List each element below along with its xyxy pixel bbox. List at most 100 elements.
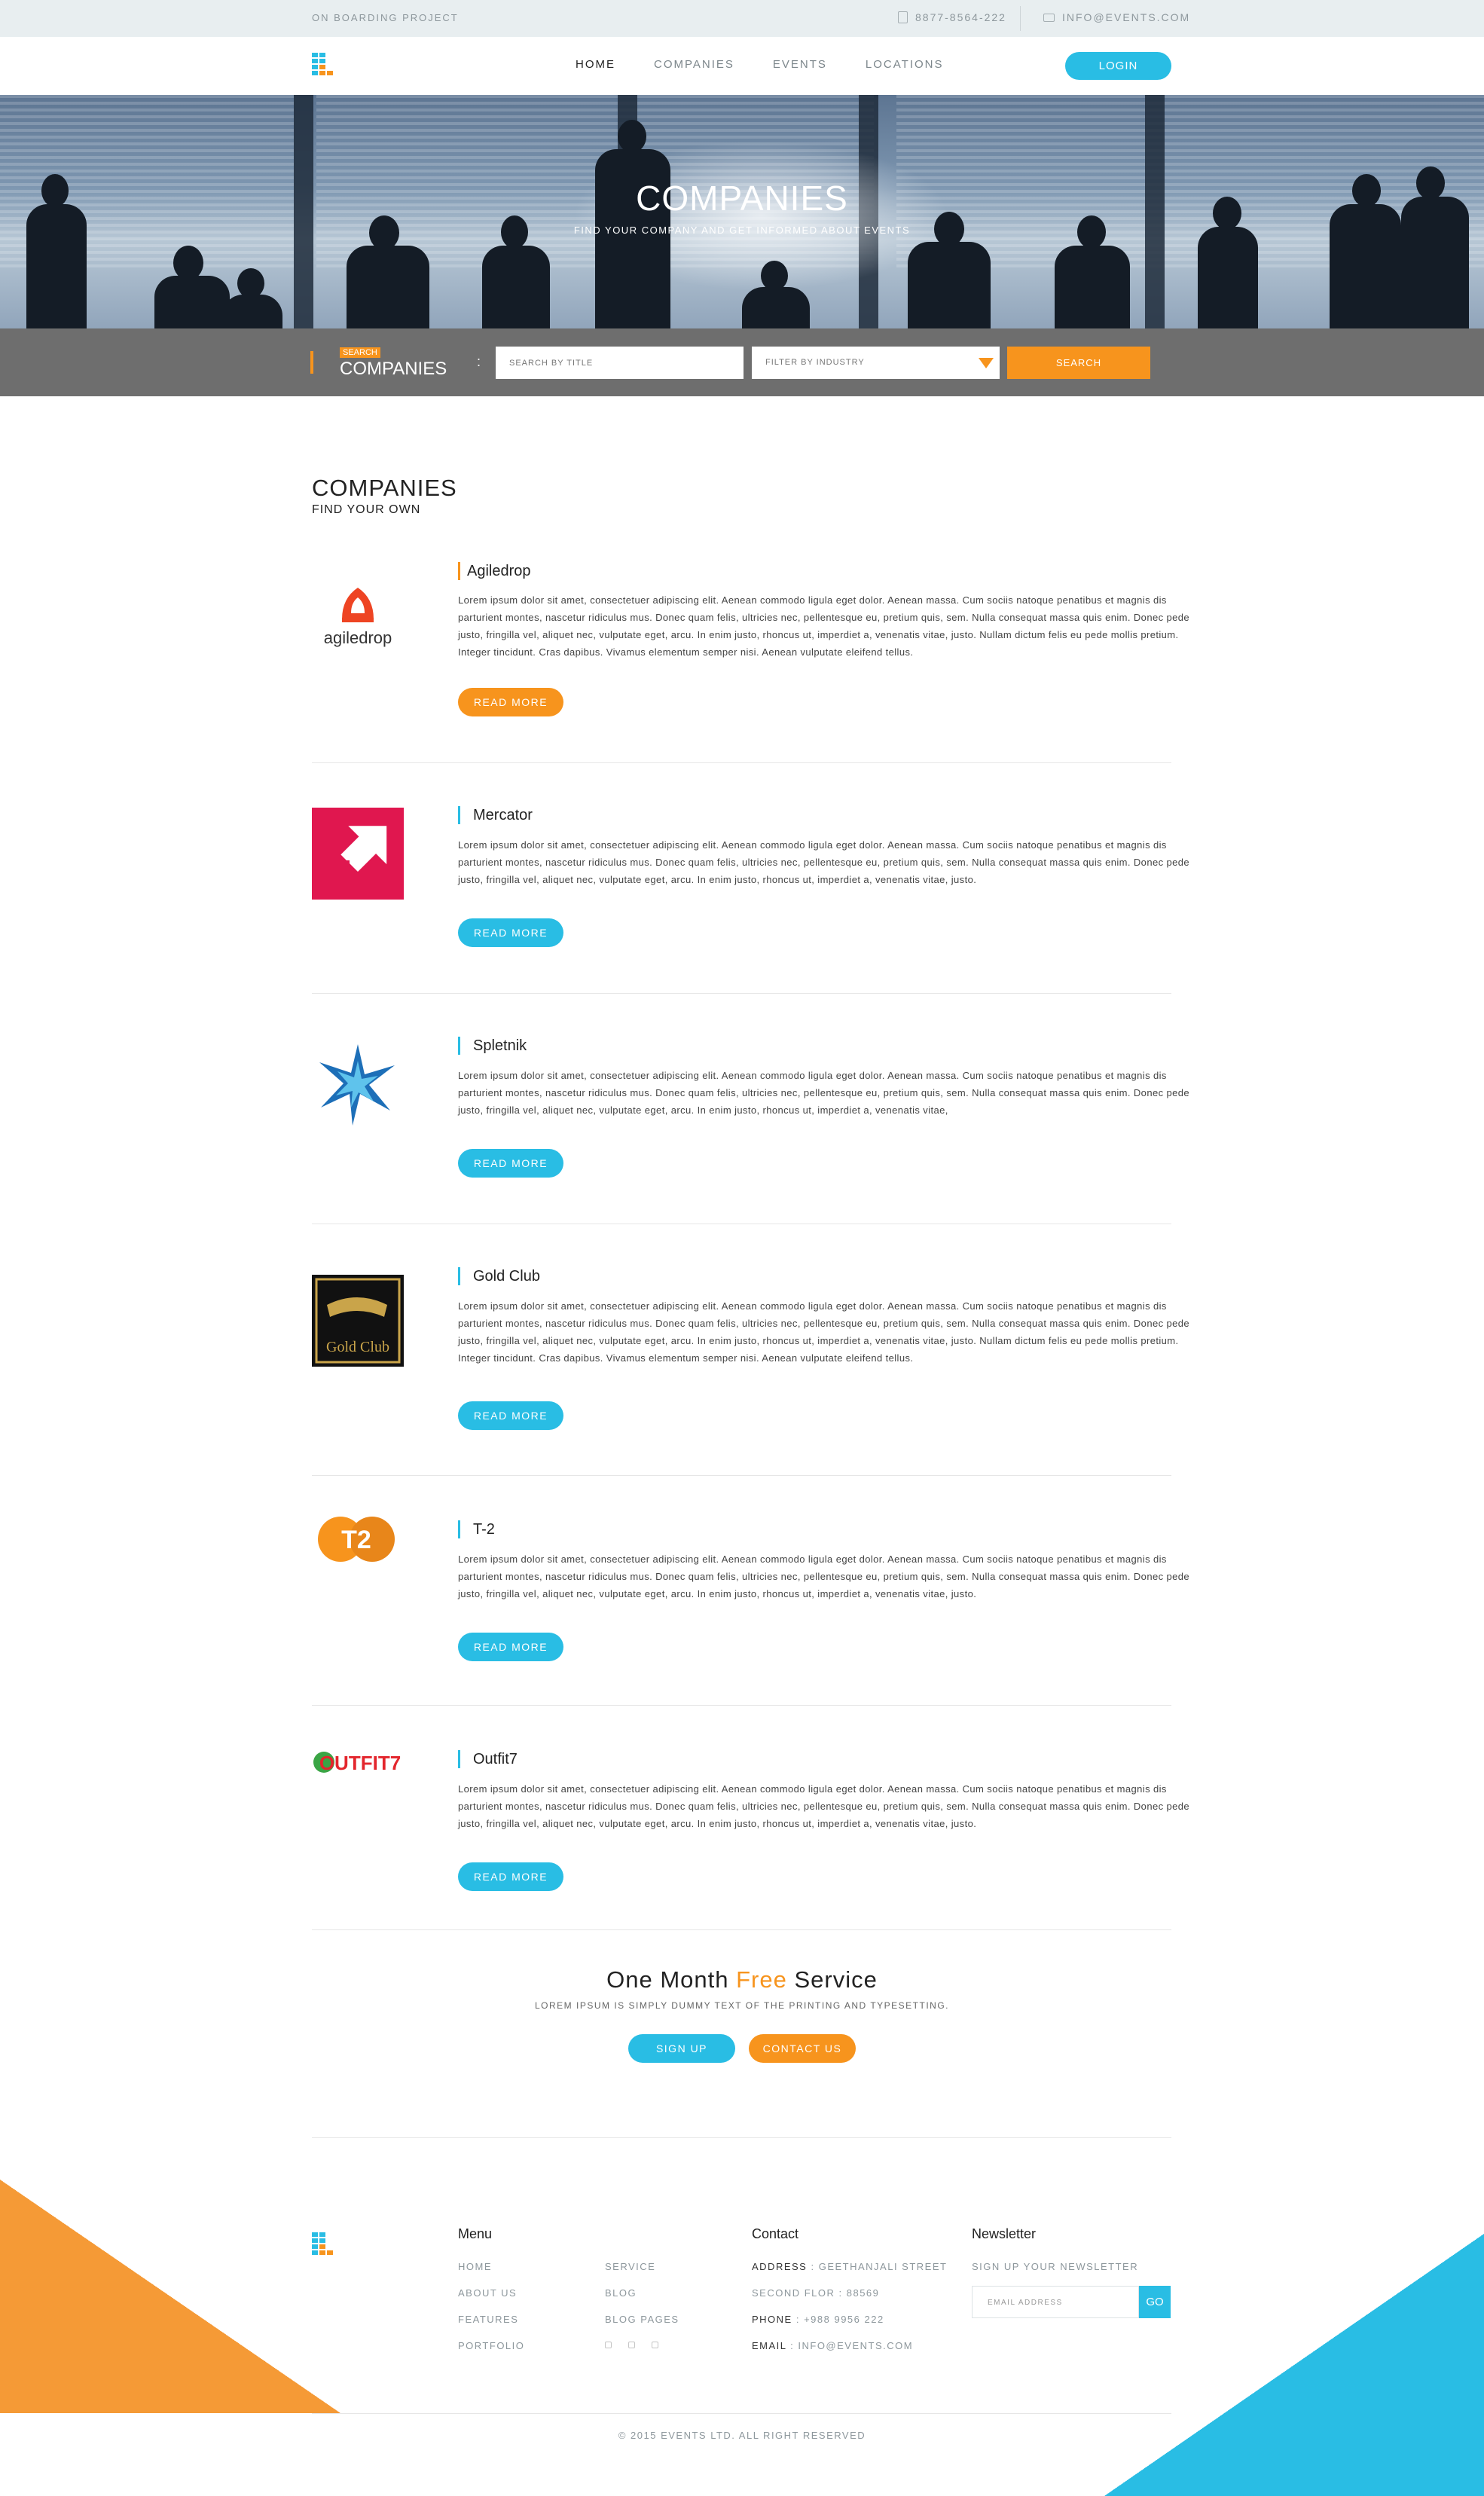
company-logo-mercator[interactable] (312, 808, 404, 900)
phone-label: PHONE (752, 2314, 792, 2325)
company-card: Gold Club Gold Club Lorem ipsum dolor si… (312, 1260, 1189, 1440)
nav-locations[interactable]: LOCATIONS (866, 58, 944, 71)
hero-silhouette (26, 204, 87, 328)
footer-contact-title: Contact (752, 2226, 799, 2241)
search-accent-bar (310, 351, 313, 374)
mail-icon (1043, 13, 1055, 22)
top-bar: ON BOARDING PROJECT 8877-8564-222 INFO@E… (0, 0, 1484, 37)
nav-companies[interactable]: COMPANIES (654, 58, 734, 71)
footer-blue-triangle (1104, 2234, 1484, 2496)
company-description: Lorem ipsum dolor sit amet, consectetuer… (458, 1070, 1190, 1116)
industry-filter-value: FILTER BY INDUSTRY (765, 358, 865, 367)
section-divider (312, 2137, 1171, 2138)
company-logo-gold-club[interactable]: Gold Club (312, 1275, 404, 1367)
promo-subtitle: LOREM IPSUM IS SIMPLY DUMMY TEXT OF THE … (534, 2000, 950, 2011)
topbar-email[interactable]: INFO@EVENTS.COM (1043, 11, 1190, 23)
hero-silhouette (908, 242, 991, 328)
hero-silhouette (482, 246, 550, 328)
read-more-button[interactable]: READ MORE (458, 1149, 563, 1178)
read-more-button[interactable]: READ MORE (458, 1633, 563, 1661)
login-button[interactable]: LOGIN (1065, 52, 1171, 80)
t2-logo-icon: T2 (318, 1517, 395, 1562)
footer-link-about[interactable]: ABOUT US (458, 2287, 517, 2299)
hero-silhouette (761, 261, 788, 291)
contact-us-button[interactable]: CONTACT US (749, 2034, 856, 2063)
footer-link-blog-pages[interactable]: BLOG PAGES (605, 2314, 679, 2325)
search-title-input[interactable] (496, 347, 744, 379)
company-name[interactable]: T-2 (473, 1521, 495, 1538)
footer-divider (312, 2413, 1171, 2414)
newsletter-go-button[interactable]: GO (1139, 2286, 1171, 2318)
hero-silhouette (742, 287, 810, 328)
facebook-icon[interactable] (605, 2342, 612, 2348)
read-more-button[interactable]: READ MORE (458, 918, 563, 947)
signup-button[interactable]: SIGN UP (628, 2034, 735, 2063)
google-plus-icon[interactable] (652, 2342, 658, 2348)
twitter-icon[interactable] (628, 2342, 635, 2348)
project-label: ON BOARDING PROJECT (312, 12, 459, 23)
search-button[interactable]: SEARCH (1007, 347, 1150, 379)
spletnik-star-icon (319, 1044, 395, 1126)
search-tag: SEARCH (340, 347, 380, 358)
footer-link-blog[interactable]: BLOG (605, 2287, 637, 2299)
footer-link-portfolio[interactable]: PORTFOLIO (458, 2340, 524, 2351)
company-name[interactable]: Mercator (473, 807, 533, 824)
company-description: Lorem ipsum dolor sit amet, consectetuer… (458, 839, 1190, 885)
nav-home[interactable]: HOME (576, 58, 615, 71)
company-logo-outfit7[interactable]: OUTFIT7 (312, 1747, 404, 1777)
section-divider (312, 993, 1171, 994)
read-more-button[interactable]: READ MORE (458, 688, 563, 716)
footer-email: EMAIL : INFO@EVENTS.COM (752, 2340, 914, 2351)
newsletter-subtitle: SIGN UP YOUR NEWSLETTER (972, 2261, 1139, 2272)
hero-silhouette (618, 120, 646, 153)
read-more-button[interactable]: READ MORE (458, 1862, 563, 1891)
phone-value: +988 9956 222 (804, 2314, 884, 2325)
mercator-logo-icon (312, 808, 404, 900)
hero-silhouette (222, 295, 282, 328)
nav-events[interactable]: EVENTS (773, 58, 827, 71)
company-logo-agiledrop[interactable]: agiledrop (312, 565, 404, 657)
search-label: COMPANIES (340, 359, 447, 379)
footer-logo[interactable] (312, 2232, 333, 2255)
company-name[interactable]: Gold Club (473, 1268, 540, 1285)
topbar-phone[interactable]: 8877-8564-222 (898, 11, 1006, 23)
footer-orange-triangle (0, 2180, 340, 2413)
email-value[interactable]: INFO@EVENTS.COM (798, 2340, 913, 2351)
phone-icon (898, 11, 908, 23)
industry-filter-select[interactable]: FILTER BY INDUSTRY (752, 347, 1000, 379)
section-title: COMPANIES (312, 475, 457, 501)
company-logo-spletnik[interactable] (312, 1038, 404, 1130)
svg-text:agiledrop: agiledrop (324, 628, 392, 647)
footer-address-line2: SECOND FLOR : 88569 (752, 2287, 880, 2299)
hero-banner: COMPANIES FIND YOUR COMPANY AND GET INFO… (0, 95, 1484, 328)
company-name[interactable]: Agiledrop (467, 563, 531, 580)
footer-link-home[interactable]: HOME (458, 2261, 492, 2272)
email-text: INFO@EVENTS.COM (1062, 11, 1191, 23)
svg-text:T2: T2 (341, 1526, 371, 1554)
company-name-accent (458, 1267, 460, 1285)
site-logo[interactable] (312, 53, 333, 75)
footer-menu-title: Menu (458, 2226, 493, 2241)
copyright: © 2015 EVENTS LTD. ALL RIGHT RESERVED (618, 2430, 866, 2441)
phone-text: 8877-8564-222 (915, 11, 1006, 23)
read-more-button[interactable]: READ MORE (458, 1401, 563, 1430)
footer-link-service[interactable]: SERVICE (605, 2261, 655, 2272)
company-name-accent (458, 1750, 460, 1768)
promo-title-free: Free (736, 1966, 787, 1993)
footer-social-icons (605, 2342, 658, 2348)
footer-link-features[interactable]: FEATURES (458, 2314, 518, 2325)
company-name-accent (458, 806, 460, 824)
company-card: OUTFIT7 Outfit7 Lorem ipsum dolor sit am… (312, 1743, 1189, 1893)
company-name[interactable]: Outfit7 (473, 1751, 518, 1768)
section-divider (312, 1475, 1171, 1476)
company-logo-t2[interactable]: T2 (312, 1513, 404, 1566)
address-value: GEETHANJALI STREET (818, 2261, 948, 2272)
company-description: Lorem ipsum dolor sit amet, consectetuer… (458, 1554, 1190, 1599)
company-card: T2 T-2 Lorem ipsum dolor sit amet, conse… (312, 1513, 1189, 1663)
section-subtitle: FIND YOUR OWN (312, 503, 421, 516)
company-card: Spletnik Lorem ipsum dolor sit amet, con… (312, 1029, 1189, 1180)
company-name-accent (458, 1520, 460, 1538)
company-name[interactable]: Spletnik (473, 1037, 527, 1055)
newsletter-email-input[interactable]: EMAIL ADDRESS (972, 2286, 1139, 2318)
hero-silhouette (347, 246, 429, 328)
